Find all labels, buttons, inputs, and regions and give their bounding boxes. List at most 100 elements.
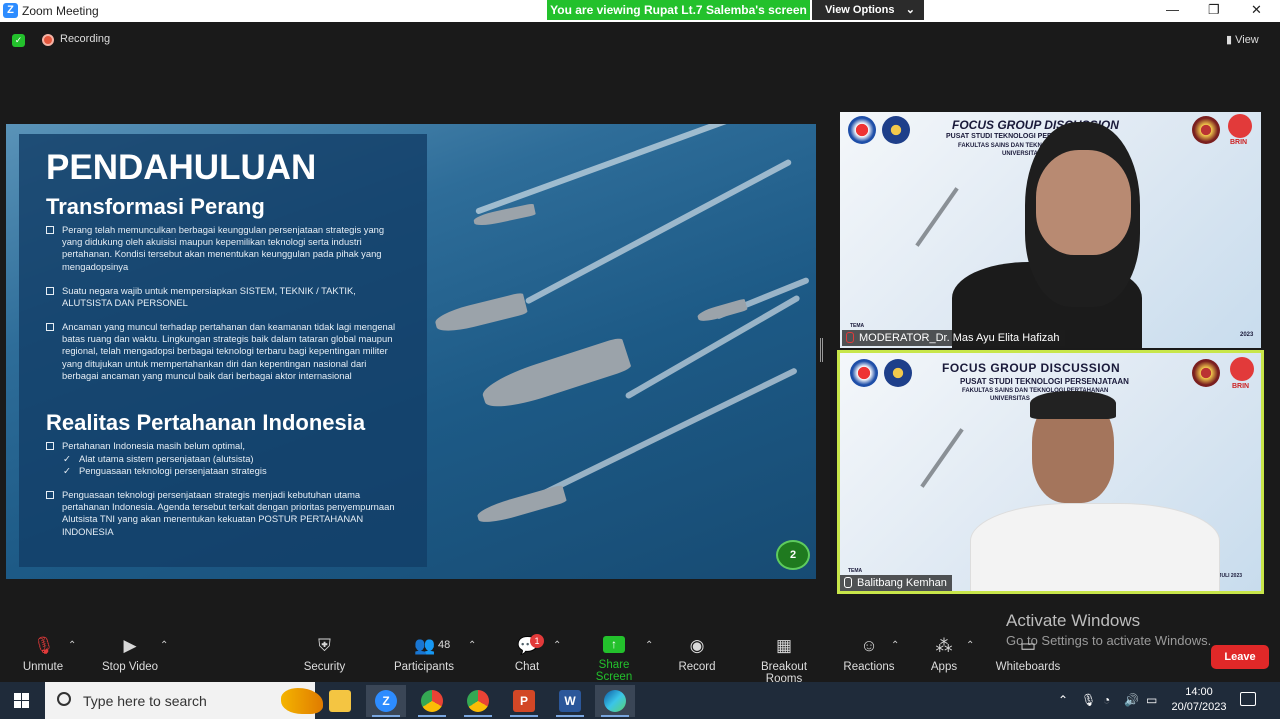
brin-logo <box>1230 357 1254 381</box>
whiteboards-button[interactable]: ▭ Whiteboards <box>995 636 1061 673</box>
institution-logo <box>882 116 910 144</box>
zoom-icon: Z <box>3 3 18 18</box>
clock-date: 20/07/2023 <box>1171 701 1227 713</box>
restore-icon[interactable]: ❐ <box>1208 2 1220 18</box>
participant-hair <box>1030 391 1116 419</box>
slide-page-number: 2 <box>776 540 810 570</box>
chevron-up-icon[interactable]: ⌃ <box>160 640 168 651</box>
institution-logo <box>1192 359 1220 387</box>
institution-logo <box>848 116 876 144</box>
chevron-up-icon[interactable]: ⌃ <box>645 640 653 651</box>
battery-icon[interactable]: ▭ <box>1146 693 1157 707</box>
file-explorer-icon[interactable] <box>320 685 360 717</box>
chevron-up-icon[interactable]: ⌃ <box>553 640 561 651</box>
view-options-button[interactable]: View Options ⌄ <box>812 0 924 20</box>
slide-bullet: Ancaman yang muncul terhadap pertahanan … <box>46 321 402 382</box>
unmute-button[interactable]: 🎙 Unmute <box>22 636 64 673</box>
slide-section-heading: Transformasi Perang <box>46 194 265 219</box>
participant-name-tag: MODERATOR_Dr. Mas Ayu Elita Hafizah <box>842 330 1065 346</box>
reactions-button[interactable]: ☺ Reactions <box>843 636 895 673</box>
apps-button[interactable]: ⁂ Apps <box>929 636 959 673</box>
chevron-up-icon[interactable]: ⌃ <box>1058 693 1068 707</box>
banner-year: 2023 <box>1240 332 1254 338</box>
breakout-rooms-icon: ▦ <box>775 636 793 655</box>
search-placeholder: Type here to search <box>83 693 207 709</box>
close-icon[interactable]: ✕ <box>1251 2 1262 18</box>
brin-label: BRIN <box>1232 383 1250 390</box>
microphone-icon[interactable]: 🎙 <box>1081 693 1096 707</box>
whiteboards-label: Whiteboards <box>995 661 1061 673</box>
slide-bullet: Pertahanan Indonesia masih belum optimal… <box>46 440 402 452</box>
warship-image <box>433 292 528 336</box>
view-label: View <box>1235 34 1259 46</box>
taskbar-clock[interactable]: 14:00 20/07/2023 <box>1170 685 1228 715</box>
powerpoint-icon[interactable]: P <box>504 685 544 717</box>
view-options-label: View Options <box>825 4 895 16</box>
warship-image <box>475 484 567 527</box>
edge-icon[interactable] <box>595 685 635 717</box>
word-icon[interactable]: W <box>550 685 590 717</box>
recording-icon <box>42 34 54 46</box>
panel-resize-handle[interactable] <box>820 338 823 362</box>
participant-name-tag: Balitbang Kemhan <box>840 575 952 591</box>
chrome-icon[interactable] <box>412 685 452 717</box>
share-screen-icon: ↑ <box>603 636 625 653</box>
mic-muted-icon <box>846 332 854 343</box>
chevron-up-icon[interactable]: ⌃ <box>68 640 76 651</box>
chat-unread-badge: 1 <box>530 634 544 648</box>
chevron-up-icon[interactable]: ⌃ <box>891 640 899 651</box>
shared-screen-slide: PENDAHULUAN Transformasi Perang Perang t… <box>6 124 816 579</box>
mic-muted-icon: 🎙 <box>33 636 55 655</box>
reaction-smiley-icon: ☺ <box>860 636 878 655</box>
banner-subtitle: UNIVERSITAS <box>990 396 1030 402</box>
breakout-rooms-button[interactable]: ▦ Breakout Rooms <box>742 636 826 685</box>
recording-label[interactable]: Recording <box>60 33 110 45</box>
taskbar-search-box[interactable]: Type here to search <box>45 682 323 719</box>
share-screen-button[interactable]: ↑ Share Screen <box>580 636 648 683</box>
record-button[interactable]: ◉ Record <box>678 636 716 673</box>
banner-subtitle: PUSAT STUDI TEKNOLOGI PERSENJATAAN <box>960 377 1129 386</box>
brin-label: BRIN <box>1230 139 1248 146</box>
meeting-topbar: ✓ Recording ▮ View <box>0 22 1280 58</box>
slide-title: PENDAHULUAN <box>46 148 317 187</box>
participants-icon: 👥 <box>414 636 436 655</box>
brin-logo <box>1228 114 1252 138</box>
shield-icon: ⛨ <box>318 636 331 655</box>
slide-bullet: Suatu negara wajib untuk mempersiapkan S… <box>46 285 402 309</box>
speaker-icon[interactable]: 🔊 <box>1124 693 1139 707</box>
participant-name: MODERATOR_Dr. Mas Ayu Elita Hafizah <box>859 332 1060 344</box>
whiteboard-icon: ▭ <box>1019 636 1037 655</box>
leave-button[interactable]: Leave <box>1211 645 1269 669</box>
security-label: Security <box>303 661 346 673</box>
slide-section-heading: Realitas Pertahanan Indonesia <box>46 410 366 435</box>
institution-logo <box>884 359 912 387</box>
chrome-icon[interactable] <box>458 685 498 717</box>
meeting-toolbar: 🎙 Unmute ⌃ ▶ Stop Video ⌃ ⛨ Security 👥 P… <box>0 630 1280 685</box>
windows-start-icon[interactable] <box>14 693 29 708</box>
stop-video-button[interactable]: ▶ Stop Video <box>100 636 160 673</box>
window-titlebar: Z Zoom Meeting You are viewing Rupat Lt.… <box>0 0 1280 22</box>
minimize-icon[interactable]: — <box>1166 2 1179 17</box>
chat-label: Chat <box>514 661 540 673</box>
apps-label: Apps <box>930 661 958 673</box>
notification-icon[interactable] <box>1240 692 1256 706</box>
ship-wake <box>474 124 797 215</box>
wifi-icon[interactable]: ◔ <box>1103 693 1110 707</box>
mic-icon <box>844 577 852 588</box>
missile-graphic <box>915 187 959 247</box>
slide-bullet: Perang telah memunculkan berbagai keungg… <box>46 224 402 273</box>
security-button[interactable]: ⛨ Security <box>302 636 347 673</box>
stop-video-label: Stop Video <box>101 661 159 673</box>
activate-windows-watermark: Activate Windows <box>1006 611 1141 630</box>
security-shield-icon[interactable]: ✓ <box>12 34 25 47</box>
view-button[interactable]: ▮ View <box>1226 33 1259 46</box>
active-speaker-video-tile[interactable]: FOCUS GROUP DISCUSSION PUSAT STUDI TEKNO… <box>837 350 1264 594</box>
slide-bullet: Penguasaan teknologi persenjataan strate… <box>46 489 402 538</box>
participants-count: 48 <box>438 639 451 651</box>
participant-video-tile[interactable]: FOCUS GROUP DISCUSSION PUSAT STUDI TEKNO… <box>840 112 1261 348</box>
zoom-icon[interactable]: Z <box>366 685 406 717</box>
chevron-up-icon[interactable]: ⌃ <box>966 640 974 651</box>
video-camera-icon: ▶ <box>123 636 137 655</box>
chevron-up-icon[interactable]: ⌃ <box>468 640 476 651</box>
banner-tema: TEMA <box>848 568 863 574</box>
